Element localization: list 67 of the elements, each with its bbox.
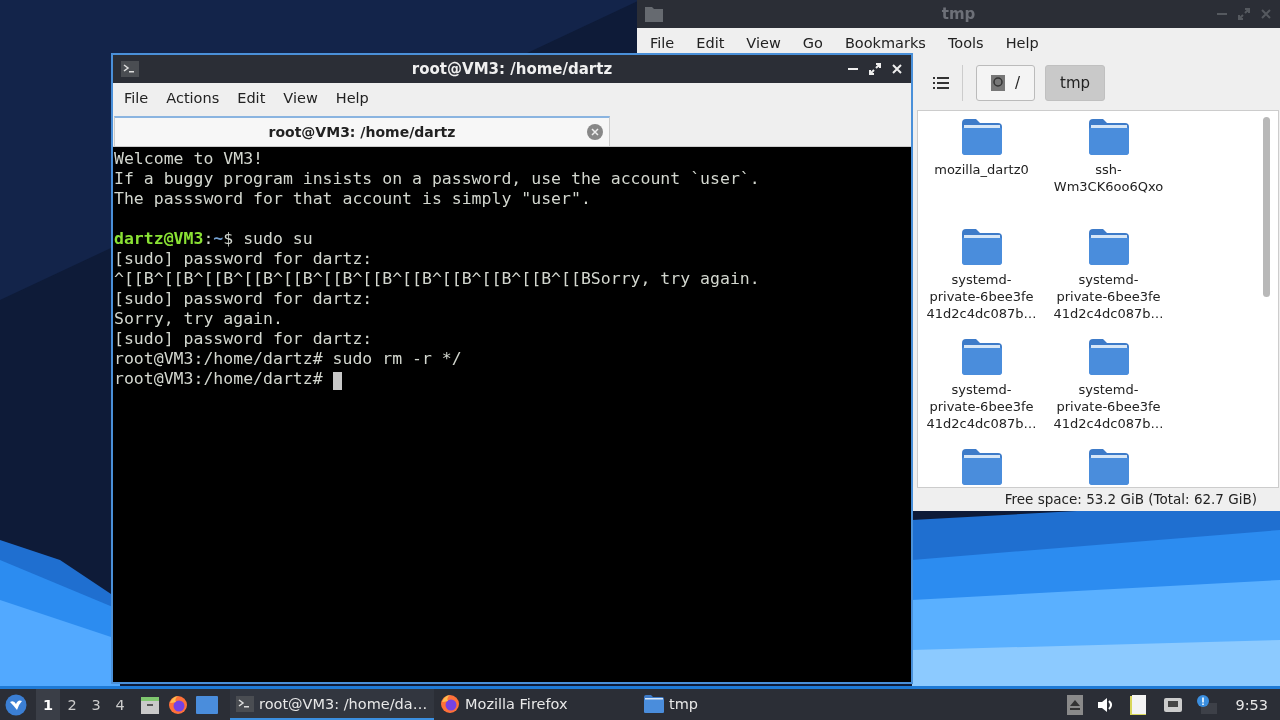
file-name[interactable]: systemd- private-6bee3fe 41d2c4dc087b… <box>1053 271 1164 322</box>
terminal-line: [sudo] password for dartz: <box>114 289 374 309</box>
menu-item[interactable]: Actions <box>157 86 229 110</box>
path-button[interactable]: / <box>976 65 1036 101</box>
folder-icon <box>1088 449 1129 485</box>
file-name[interactable]: systemd- private-6bee3fe 41d2c4dc087b… <box>1053 381 1164 432</box>
folder-icon <box>1088 339 1129 375</box>
terminal-tab[interactable]: root@VM3: /home/dartz <box>114 116 610 146</box>
terminal-line: [sudo] password for dartz: <box>114 329 374 349</box>
file-name[interactable]: ssh- Wm3CK6oo6Qxo <box>1053 161 1164 195</box>
folder-icon <box>1088 119 1129 155</box>
terminal-line: ^[[B^[[B^[[B^[[B^[[B^[[B^[[B^[[B^[[B^[[B^[[B^[[BSorry, try again. <box>114 269 761 289</box>
menu-item[interactable]: Help <box>326 86 378 110</box>
terminal-line: The passsword for that account is simply "user". <box>114 189 592 209</box>
menu-item[interactable]: View <box>274 86 327 110</box>
folder-icon <box>644 694 664 713</box>
terminal-line: Welcome to VM3! <box>114 149 264 169</box>
workspace-button[interactable]: 3 <box>84 689 108 720</box>
workspace-button[interactable]: 1 <box>36 689 60 720</box>
folder-icon <box>1088 229 1129 265</box>
folder-icon <box>645 6 663 22</box>
firefox-icon <box>440 693 460 714</box>
menu-item[interactable]: File <box>639 31 686 55</box>
eject-icon[interactable] <box>1067 694 1084 715</box>
menu-item[interactable]: Edit <box>685 31 736 55</box>
menu-item[interactable]: File <box>115 86 158 110</box>
menu-item[interactable]: Go <box>791 31 834 55</box>
folder-icon <box>961 449 1002 485</box>
menu-item[interactable]: Bookmarks <box>833 31 937 55</box>
terminal-line: root@VM3:/home/dartz# sudo rm -r */ <box>114 349 463 369</box>
terminal-line: dartz@VM3:~$ sudo su <box>114 229 314 249</box>
menu-item[interactable]: Help <box>994 31 1050 55</box>
file-name[interactable]: systemd- private-6bee3fe 41d2c4dc087b… <box>926 381 1037 432</box>
terminal-line: root@VM3:/home/dartz# <box>114 369 911 389</box>
menu-item[interactable]: View <box>735 31 792 55</box>
terminal-icon <box>236 695 254 712</box>
window-title: root@VM3: /home/dartz <box>411 60 613 78</box>
menu-item[interactable]: Tools <box>936 31 995 55</box>
terminal-line: [sudo] password for dartz: <box>114 249 374 269</box>
workspace-button[interactable]: 2 <box>60 689 84 720</box>
firefox-icon <box>168 694 188 715</box>
file-cabinet-icon[interactable] <box>140 694 160 715</box>
start-menu-icon[interactable] <box>5 693 27 716</box>
path-button[interactable]: tmp <box>1045 65 1106 101</box>
notification-icon[interactable] <box>1197 694 1218 715</box>
folder-icon <box>961 229 1002 265</box>
clock[interactable]: 9:53 <box>1235 696 1268 713</box>
file-name[interactable]: mozilla_dartz0 <box>934 161 1029 178</box>
folder-icon <box>961 119 1002 155</box>
task-button[interactable]: root@VM3: /home/da… <box>230 689 434 720</box>
task-button[interactable]: tmp <box>638 689 842 720</box>
task-button[interactable]: Mozilla Firefox <box>434 689 638 720</box>
window-title: tmp <box>941 5 976 23</box>
terminal-line: If a buggy program insists on a password, use the account `user`. <box>114 169 761 189</box>
scrollbar[interactable] <box>1263 117 1270 297</box>
terminal-line: Sorry, try again. <box>114 309 284 329</box>
terminal-icon <box>121 61 139 77</box>
menu-item[interactable]: Edit <box>228 86 275 110</box>
drive-icon <box>991 75 1005 91</box>
network-icon[interactable] <box>1163 696 1184 713</box>
file-name[interactable]: systemd- private-6bee3fe 41d2c4dc087b… <box>926 271 1037 322</box>
status-text: Free space: 53.2 GiB (Total: 62.7 GiB) <box>1004 491 1257 507</box>
desktop-icon[interactable] <box>196 695 218 714</box>
list-view-icon[interactable] <box>933 77 949 89</box>
folder-icon <box>961 339 1002 375</box>
workspace-button[interactable]: 4 <box>108 689 132 720</box>
close-tab-icon[interactable] <box>587 124 603 140</box>
